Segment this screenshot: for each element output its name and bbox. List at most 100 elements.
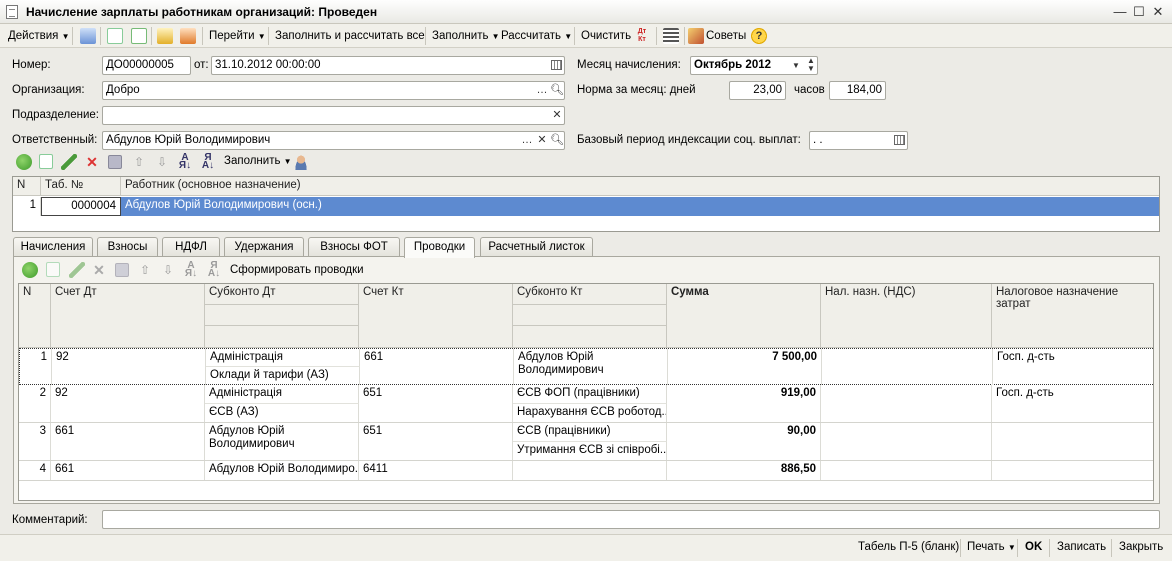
entry-down-icon[interactable]: ⇩ (160, 262, 176, 278)
goto-menu[interactable]: Перейти ▼ (209, 27, 266, 45)
org-select-icon[interactable]: … (535, 82, 549, 99)
entry-sub-kt (513, 461, 667, 480)
delete-icon[interactable]: ✕ (84, 154, 100, 170)
entries-header-kt[interactable]: Счет Кт (359, 284, 513, 348)
dtkt-icon[interactable]: Дт Кт (634, 28, 650, 44)
entry-copy-icon[interactable] (46, 262, 60, 277)
table-row[interactable]: 1 92 Адміністрація Оклади й тарифи (АЗ) … (19, 348, 1153, 385)
print-menu[interactable]: Печать ▼ (967, 541, 1016, 553)
tab-deductions[interactable]: Удержания (224, 237, 304, 257)
dept-label: Подразделение: (12, 109, 99, 121)
month-label: Месяц начисления: (577, 59, 681, 71)
move-up-icon[interactable]: ⇧ (131, 154, 147, 170)
entry-up-icon[interactable]: ⇧ (137, 262, 153, 278)
workers-header-tab[interactable]: Таб. № (41, 177, 121, 196)
entry-sub-kt: Абдулов Юрій Володимирович (514, 349, 668, 385)
table-row[interactable]: 2 92 Адміністрація ЄСВ (АЗ) 651 ЄСВ ФОП … (19, 385, 1153, 423)
norm-hours-field[interactable]: 184,00 (829, 81, 886, 100)
movements-icon[interactable] (180, 28, 196, 44)
entry-kt: 651 (359, 423, 513, 460)
clear-button[interactable]: Очистить (581, 27, 631, 45)
form-entries-button[interactable]: Сформировать проводки (230, 261, 364, 279)
reread-icon[interactable] (107, 28, 123, 44)
entries-header-sum[interactable]: Сумма (667, 284, 821, 348)
table-row[interactable]: 4 661 Абдулов Юрій Володимиро... 6411 88… (19, 461, 1153, 481)
copy-row-icon[interactable] (39, 154, 53, 169)
org-search-icon[interactable]: 🔍︎ (550, 82, 564, 99)
entry-dt: 92 (52, 349, 206, 385)
worker-name: Абдулов Юрій Володимирович (осн.) (125, 199, 322, 211)
date-field[interactable]: 31.10.2012 00:00:00 (211, 56, 565, 75)
post-icon[interactable] (80, 28, 96, 44)
entries-header-tax[interactable]: Налоговое назначение затрат (992, 284, 1153, 348)
entries-header-vat[interactable]: Нал. назн. (НДС) (821, 284, 992, 348)
tab-fot-contributions[interactable]: Взносы ФОТ (308, 237, 400, 257)
close-window-button[interactable]: ✕ (1150, 4, 1166, 20)
entry-sum: 886,50 (667, 461, 821, 480)
resp-search-icon[interactable]: 🔍︎ (550, 132, 564, 149)
fill-calc-all-button[interactable]: Заполнить и рассчитать все (275, 27, 425, 45)
tab-payslip[interactable]: Расчетный листок (480, 237, 593, 257)
list-icon[interactable] (663, 28, 679, 44)
status-bar: Табель П-5 (бланк) Печать ▼ OK Записать … (0, 534, 1172, 561)
resp-clear-icon[interactable]: ✕ (535, 132, 549, 149)
tab-entries[interactable]: Проводки (404, 237, 475, 258)
workers-header-n[interactable]: N (13, 177, 41, 196)
help-icon[interactable]: ? (751, 28, 767, 44)
org-label: Организация: (12, 84, 85, 96)
entry-delete-icon[interactable]: ✕ (91, 262, 107, 278)
maximize-button[interactable]: ☐ (1131, 4, 1147, 20)
entry-tax: Госп. д-сть (996, 387, 1054, 399)
close-button[interactable]: Закрыть (1119, 541, 1163, 553)
ok-button[interactable]: OK (1025, 541, 1042, 553)
dept-clear-icon[interactable]: ✕ (550, 107, 564, 124)
minimize-button[interactable]: — (1112, 4, 1128, 20)
workers-header-worker[interactable]: Работник (основное назначение) (121, 177, 1159, 196)
add-icon[interactable] (16, 154, 32, 170)
base-period-calendar-icon[interactable] (894, 135, 905, 145)
number-field[interactable]: ДО00000005 (102, 56, 191, 75)
entry-sort-desc-icon[interactable]: Я A↓ (206, 261, 222, 279)
entry-add-icon[interactable] (22, 262, 38, 278)
tips-button[interactable]: Советы (706, 27, 746, 45)
sort-asc-icon[interactable]: A Я↓ (177, 153, 193, 171)
tab-ndfl[interactable]: НДФЛ (162, 237, 220, 257)
comment-field[interactable] (102, 510, 1160, 529)
dept-field[interactable] (102, 106, 565, 125)
entries-header-n[interactable]: N (19, 284, 51, 348)
norm-days-field[interactable]: 23,00 (729, 81, 786, 100)
edit-icon[interactable] (61, 154, 77, 170)
save-row-icon[interactable] (108, 155, 122, 169)
entries-header-sub-kt[interactable]: Субконто Кт (513, 284, 667, 305)
workers-fill-menu[interactable]: Заполнить ▼ (224, 152, 292, 170)
actions-menu[interactable]: Действия ▼ (8, 27, 70, 45)
calendar-icon[interactable] (551, 60, 562, 70)
move-down-icon[interactable]: ⇩ (154, 154, 170, 170)
entries-header-dt[interactable]: Счет Дт (51, 284, 205, 348)
fill-menu[interactable]: Заполнить ▼ (432, 27, 500, 45)
table-row[interactable]: 1 0000004 Абдулов Юрій Володимирович (ос… (13, 197, 1159, 216)
entry-save-icon[interactable] (115, 263, 129, 277)
resp-field[interactable]: Абдулов Юрій Володимирович (102, 131, 565, 150)
from-label: от: (194, 59, 209, 71)
structure-icon[interactable] (157, 28, 173, 44)
month-spinner-icon[interactable]: ▲ ▼ (804, 57, 818, 74)
resp-select-icon[interactable]: … (520, 132, 534, 149)
tab-contributions[interactable]: Взносы (97, 237, 158, 257)
entry-edit-icon[interactable] (69, 262, 85, 278)
org-field[interactable]: Добро (102, 81, 565, 100)
table-row[interactable]: 3 661 Абдулов Юрій Володимирович 651 ЄСВ… (19, 423, 1153, 461)
entry-sort-asc-icon[interactable]: A Я↓ (183, 261, 199, 279)
calc-menu[interactable]: Рассчитать ▼ (501, 27, 572, 45)
copy-icon[interactable] (131, 28, 147, 44)
month-dropdown-icon[interactable]: ▼ (789, 57, 803, 74)
entries-header-sub-dt[interactable]: Субконто Дт (205, 284, 359, 305)
entry-n: 2 (19, 385, 51, 422)
worker-tab: 0000004 (41, 197, 121, 216)
save-button[interactable]: Записать (1057, 541, 1106, 553)
user-select-icon[interactable] (293, 154, 309, 170)
tab-accruals[interactable]: Начисления (13, 237, 93, 257)
sort-desc-icon[interactable]: Я A↓ (200, 153, 216, 171)
tabel-button[interactable]: Табель П-5 (бланк) (858, 541, 959, 553)
entry-n: 1 (20, 349, 52, 385)
